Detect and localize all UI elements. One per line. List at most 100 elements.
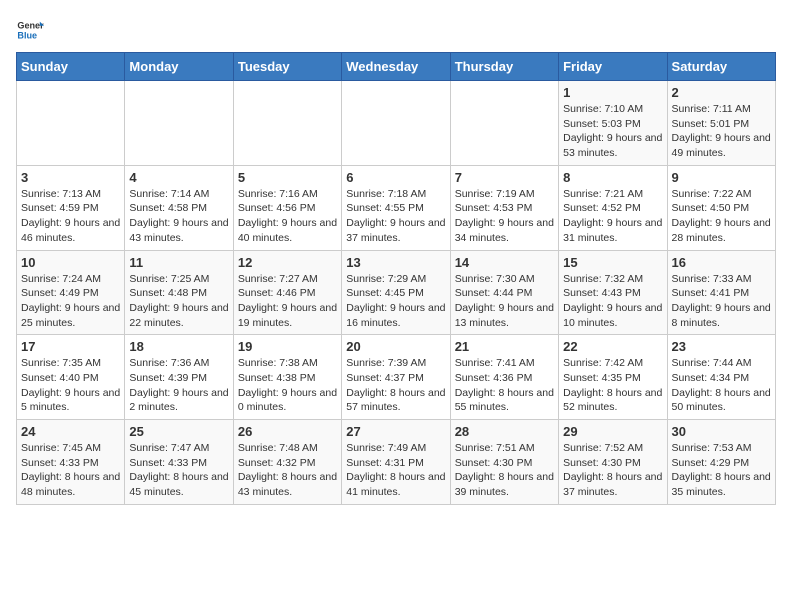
calendar-cell: 11 Sunrise: 7:25 AM Sunset: 4:48 PM Dayli… bbox=[125, 250, 233, 335]
day-info: Sunrise: 7:13 AM Sunset: 4:59 PM Dayligh… bbox=[21, 187, 120, 246]
day-info: Sunrise: 7:14 AM Sunset: 4:58 PM Dayligh… bbox=[129, 187, 228, 246]
calendar-cell: 16 Sunrise: 7:33 AM Sunset: 4:41 PM Dayli… bbox=[667, 250, 775, 335]
calendar-cell bbox=[17, 81, 125, 166]
day-info: Sunrise: 7:45 AM Sunset: 4:33 PM Dayligh… bbox=[21, 441, 120, 500]
day-number: 28 bbox=[455, 424, 554, 439]
calendar-cell bbox=[450, 81, 558, 166]
calendar-cell: 27 Sunrise: 7:49 AM Sunset: 4:31 PM Dayli… bbox=[342, 420, 450, 505]
day-number: 8 bbox=[563, 170, 662, 185]
day-info: Sunrise: 7:47 AM Sunset: 4:33 PM Dayligh… bbox=[129, 441, 228, 500]
day-info: Sunrise: 7:36 AM Sunset: 4:39 PM Dayligh… bbox=[129, 356, 228, 415]
calendar-cell: 23 Sunrise: 7:44 AM Sunset: 4:34 PM Dayli… bbox=[667, 335, 775, 420]
day-number: 12 bbox=[238, 255, 337, 270]
day-info: Sunrise: 7:49 AM Sunset: 4:31 PM Dayligh… bbox=[346, 441, 445, 500]
calendar-cell bbox=[233, 81, 341, 166]
day-info: Sunrise: 7:18 AM Sunset: 4:55 PM Dayligh… bbox=[346, 187, 445, 246]
day-number: 14 bbox=[455, 255, 554, 270]
calendar-week-4: 17 Sunrise: 7:35 AM Sunset: 4:40 PM Dayli… bbox=[17, 335, 776, 420]
calendar-cell: 8 Sunrise: 7:21 AM Sunset: 4:52 PM Daylig… bbox=[559, 165, 667, 250]
day-number: 17 bbox=[21, 339, 120, 354]
calendar-header-row: SundayMondayTuesdayWednesdayThursdayFrid… bbox=[17, 53, 776, 81]
day-number: 21 bbox=[455, 339, 554, 354]
day-number: 30 bbox=[672, 424, 771, 439]
day-number: 25 bbox=[129, 424, 228, 439]
calendar-cell: 14 Sunrise: 7:30 AM Sunset: 4:44 PM Dayli… bbox=[450, 250, 558, 335]
calendar-cell: 13 Sunrise: 7:29 AM Sunset: 4:45 PM Dayli… bbox=[342, 250, 450, 335]
day-info: Sunrise: 7:21 AM Sunset: 4:52 PM Dayligh… bbox=[563, 187, 662, 246]
calendar-cell: 21 Sunrise: 7:41 AM Sunset: 4:36 PM Dayli… bbox=[450, 335, 558, 420]
day-number: 27 bbox=[346, 424, 445, 439]
day-info: Sunrise: 7:24 AM Sunset: 4:49 PM Dayligh… bbox=[21, 272, 120, 331]
day-number: 7 bbox=[455, 170, 554, 185]
day-number: 4 bbox=[129, 170, 228, 185]
logo: General Blue bbox=[16, 16, 44, 44]
header: General Blue bbox=[16, 16, 776, 44]
day-info: Sunrise: 7:32 AM Sunset: 4:43 PM Dayligh… bbox=[563, 272, 662, 331]
day-info: Sunrise: 7:33 AM Sunset: 4:41 PM Dayligh… bbox=[672, 272, 771, 331]
calendar-week-3: 10 Sunrise: 7:24 AM Sunset: 4:49 PM Dayli… bbox=[17, 250, 776, 335]
calendar-cell: 29Sunrise: 7:52 AM Sunset: 4:30 PM Dayli… bbox=[559, 420, 667, 505]
day-info: Sunrise: 7:35 AM Sunset: 4:40 PM Dayligh… bbox=[21, 356, 120, 415]
calendar-cell bbox=[342, 81, 450, 166]
day-info: Sunrise: 7:53 AM Sunset: 4:29 PM Dayligh… bbox=[672, 441, 771, 500]
day-number: 16 bbox=[672, 255, 771, 270]
day-info: Sunrise: 7:51 AM Sunset: 4:30 PM Dayligh… bbox=[455, 441, 554, 500]
calendar-cell: 2Sunrise: 7:11 AM Sunset: 5:01 PM Daylig… bbox=[667, 81, 775, 166]
logo-icon: General Blue bbox=[16, 16, 44, 44]
day-number: 29 bbox=[563, 424, 662, 439]
day-info: Sunrise: 7:44 AM Sunset: 4:34 PM Dayligh… bbox=[672, 356, 771, 415]
calendar-cell: 1 Sunrise: 7:10 AM Sunset: 5:03 PM Daylig… bbox=[559, 81, 667, 166]
day-info: Sunrise: 7:19 AM Sunset: 4:53 PM Dayligh… bbox=[455, 187, 554, 246]
calendar-cell: 7 Sunrise: 7:19 AM Sunset: 4:53 PM Daylig… bbox=[450, 165, 558, 250]
day-number: 9 bbox=[672, 170, 771, 185]
calendar-cell: 15 Sunrise: 7:32 AM Sunset: 4:43 PM Dayli… bbox=[559, 250, 667, 335]
calendar-cell: 20 Sunrise: 7:39 AM Sunset: 4:37 PM Dayli… bbox=[342, 335, 450, 420]
calendar-cell: 3Sunrise: 7:13 AM Sunset: 4:59 PM Daylig… bbox=[17, 165, 125, 250]
day-number: 13 bbox=[346, 255, 445, 270]
calendar-cell: 12Sunrise: 7:27 AM Sunset: 4:46 PM Dayli… bbox=[233, 250, 341, 335]
day-header-sunday: Sunday bbox=[17, 53, 125, 81]
day-header-saturday: Saturday bbox=[667, 53, 775, 81]
day-number: 20 bbox=[346, 339, 445, 354]
day-number: 18 bbox=[129, 339, 228, 354]
svg-text:Blue: Blue bbox=[17, 30, 37, 40]
day-header-friday: Friday bbox=[559, 53, 667, 81]
calendar-cell: 6Sunrise: 7:18 AM Sunset: 4:55 PM Daylig… bbox=[342, 165, 450, 250]
calendar-week-1: 1 Sunrise: 7:10 AM Sunset: 5:03 PM Daylig… bbox=[17, 81, 776, 166]
calendar-body: 1 Sunrise: 7:10 AM Sunset: 5:03 PM Daylig… bbox=[17, 81, 776, 505]
day-info: Sunrise: 7:41 AM Sunset: 4:36 PM Dayligh… bbox=[455, 356, 554, 415]
day-info: Sunrise: 7:25 AM Sunset: 4:48 PM Dayligh… bbox=[129, 272, 228, 331]
day-info: Sunrise: 7:10 AM Sunset: 5:03 PM Dayligh… bbox=[563, 102, 662, 161]
day-number: 15 bbox=[563, 255, 662, 270]
calendar-cell: 10 Sunrise: 7:24 AM Sunset: 4:49 PM Dayli… bbox=[17, 250, 125, 335]
day-info: Sunrise: 7:16 AM Sunset: 4:56 PM Dayligh… bbox=[238, 187, 337, 246]
day-info: Sunrise: 7:22 AM Sunset: 4:50 PM Dayligh… bbox=[672, 187, 771, 246]
day-header-wednesday: Wednesday bbox=[342, 53, 450, 81]
calendar-cell: 4 Sunrise: 7:14 AM Sunset: 4:58 PM Daylig… bbox=[125, 165, 233, 250]
day-number: 2 bbox=[672, 85, 771, 100]
day-header-tuesday: Tuesday bbox=[233, 53, 341, 81]
day-number: 22 bbox=[563, 339, 662, 354]
day-number: 23 bbox=[672, 339, 771, 354]
day-header-thursday: Thursday bbox=[450, 53, 558, 81]
day-number: 26 bbox=[238, 424, 337, 439]
calendar-week-5: 24Sunrise: 7:45 AM Sunset: 4:33 PM Dayli… bbox=[17, 420, 776, 505]
calendar-cell: 28 Sunrise: 7:51 AM Sunset: 4:30 PM Dayli… bbox=[450, 420, 558, 505]
calendar-cell: 17 Sunrise: 7:35 AM Sunset: 4:40 PM Dayli… bbox=[17, 335, 125, 420]
calendar-cell: 25 Sunrise: 7:47 AM Sunset: 4:33 PM Dayli… bbox=[125, 420, 233, 505]
calendar-cell: 30 Sunrise: 7:53 AM Sunset: 4:29 PM Dayli… bbox=[667, 420, 775, 505]
calendar-cell: 18 Sunrise: 7:36 AM Sunset: 4:39 PM Dayli… bbox=[125, 335, 233, 420]
day-info: Sunrise: 7:39 AM Sunset: 4:37 PM Dayligh… bbox=[346, 356, 445, 415]
day-info: Sunrise: 7:29 AM Sunset: 4:45 PM Dayligh… bbox=[346, 272, 445, 331]
day-info: Sunrise: 7:30 AM Sunset: 4:44 PM Dayligh… bbox=[455, 272, 554, 331]
day-number: 11 bbox=[129, 255, 228, 270]
calendar-cell: 22Sunrise: 7:42 AM Sunset: 4:35 PM Dayli… bbox=[559, 335, 667, 420]
day-number: 10 bbox=[21, 255, 120, 270]
calendar-table: SundayMondayTuesdayWednesdayThursdayFrid… bbox=[16, 52, 776, 505]
calendar-week-2: 3Sunrise: 7:13 AM Sunset: 4:59 PM Daylig… bbox=[17, 165, 776, 250]
calendar-cell: 26Sunrise: 7:48 AM Sunset: 4:32 PM Dayli… bbox=[233, 420, 341, 505]
day-number: 5 bbox=[238, 170, 337, 185]
day-number: 1 bbox=[563, 85, 662, 100]
calendar-cell: 19Sunrise: 7:38 AM Sunset: 4:38 PM Dayli… bbox=[233, 335, 341, 420]
day-info: Sunrise: 7:38 AM Sunset: 4:38 PM Dayligh… bbox=[238, 356, 337, 415]
